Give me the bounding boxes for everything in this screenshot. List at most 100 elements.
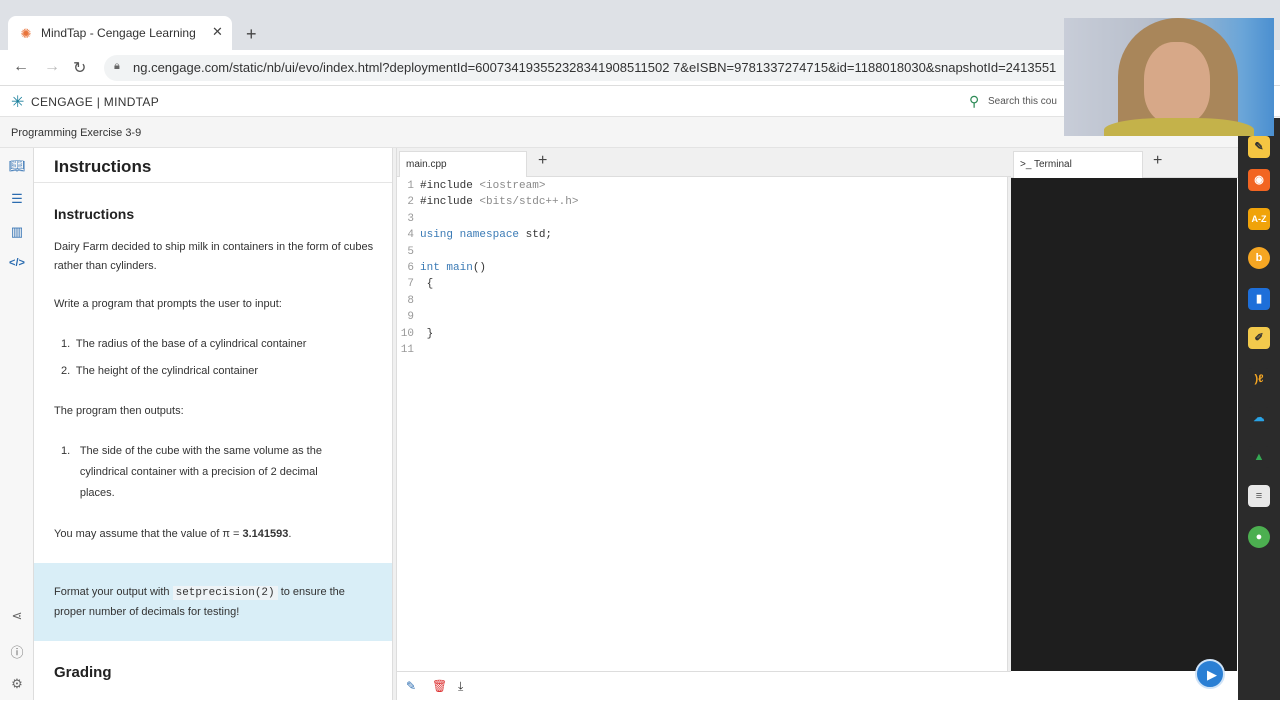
download-icon[interactable]: ⤓ (458, 679, 463, 694)
list-text: The radius of the base of a cylindrical … (75, 338, 307, 350)
book-ext-icon[interactable]: ▮ (1248, 288, 1270, 310)
reload-icon[interactable]: ↻ (73, 58, 86, 78)
instructions-heading: Instructions (54, 206, 135, 222)
pi-suffix: . (288, 528, 292, 540)
help-icon[interactable]: ⓘ (9, 642, 25, 660)
book-icon[interactable]: 📖︎ (9, 158, 26, 174)
list-item: 1. The radius of the base of a cylindric… (61, 334, 351, 355)
code-line: } (420, 326, 578, 342)
code-line: { (420, 276, 578, 292)
code-token: } (420, 327, 434, 340)
new-tab-button[interactable]: + (246, 24, 257, 45)
line-number: 2 (407, 196, 414, 209)
terminal-tab-bar: >_ Terminal + (1011, 148, 1238, 178)
webcam-overlay (1064, 18, 1274, 136)
panel-title: Instructions (54, 157, 152, 176)
tab-terminal[interactable]: >_ Terminal (1013, 151, 1143, 178)
bottom-strip (0, 700, 1280, 720)
editor-footer: ✎ 🗑︎ ⤓ (397, 671, 1011, 700)
b-ext-icon[interactable]: b (1248, 247, 1270, 269)
list-text: The side of the cube with the same volum… (79, 445, 322, 499)
list-number: 2. (61, 365, 71, 377)
code-editor[interactable]: 1 2 3 4 5 6 7 8 9 10 11 #include <iostream> #includ… (397, 177, 1008, 671)
intro-paragraph: Dairy Farm decided to ship milk in conta… (54, 241, 374, 272)
search-input[interactable]: Search this cou (988, 96, 1057, 107)
code-token: using (420, 229, 460, 242)
code-token: main (446, 261, 473, 274)
line-number: 6 (407, 262, 414, 275)
play-button[interactable]: ▶ (1195, 659, 1225, 689)
pencil-ext-icon[interactable]: ✎ (1248, 136, 1270, 158)
browser-tab[interactable]: ✺ MindTap - Cengage Learning ✕ (8, 16, 232, 50)
line-number: 11 (400, 344, 414, 357)
tab-title: MindTap - Cengage Learning (41, 26, 196, 40)
rss-icon[interactable]: ◉ (1248, 169, 1270, 191)
terminal[interactable] (1011, 178, 1237, 671)
gear-icon[interactable]: ⚙ (9, 676, 25, 692)
line-number: 7 (407, 278, 414, 291)
list-item: 1. The side of the cube with the same vol… (61, 441, 351, 504)
line-number: 4 (407, 229, 414, 242)
left-rail: 📖︎ ☰ ▥ </> ⋖ ⓘ ⚙ (0, 148, 34, 700)
tip-callout: Format your output with setprecision(2) … (34, 563, 392, 641)
editor-tab-bar: main.cpp + (397, 148, 1011, 177)
code-token: () (472, 261, 487, 274)
note-icon[interactable]: ✐ (1248, 327, 1270, 349)
chart-icon[interactable]: ▥ (9, 224, 25, 240)
add-file-button[interactable]: + (538, 152, 547, 170)
line-number: 10 (400, 327, 414, 340)
add-terminal-button[interactable]: + (1153, 152, 1162, 170)
omnibox[interactable]: 🔒︎ ng.cengage.com/static/nb/ui/evo/index… (104, 55, 1104, 81)
cloud-icon[interactable]: ☁ (1248, 407, 1270, 429)
tab-main-cpp[interactable]: main.cpp (399, 151, 527, 177)
share-icon[interactable]: ⋖ (9, 608, 25, 624)
list-icon[interactable]: ☰ (9, 191, 25, 207)
code-area[interactable]: #include <iostream> #include <bits/stdc++… (420, 178, 578, 358)
drive-icon[interactable]: ▲ (1248, 446, 1270, 468)
code-icon[interactable]: </> (9, 257, 25, 273)
line-number: 1 (407, 180, 414, 192)
code-token: #include (420, 196, 480, 209)
list-item: 2. The height of the cylindrical contain… (61, 361, 351, 382)
tip-text: Format your output with setprecision(2) … (54, 583, 374, 622)
green-ext-icon[interactable]: ● (1248, 526, 1270, 548)
tab-label: >_ Terminal (1020, 159, 1072, 170)
code-token: <iostream> (479, 180, 546, 192)
search-icon[interactable]: ⚲ (969, 93, 979, 110)
pi-note: You may assume that the value of π = 3.1… (54, 525, 374, 544)
code-line: using namespace std; (420, 227, 578, 243)
code-token: <bits/stdc++.h> (479, 196, 579, 209)
audio-wave-icon[interactable]: )ℓ (1248, 368, 1270, 390)
line-number: 9 (407, 311, 414, 324)
a-z-icon[interactable]: A-Z (1248, 208, 1270, 230)
pi-prefix: You may assume that the value of π = (54, 528, 243, 540)
url-text[interactable]: ng.cengage.com/static/nb/ui/evo/index.ht… (133, 60, 1056, 75)
code-line: int main() (420, 260, 578, 276)
list-number: 1. (61, 445, 71, 457)
line-number: 5 (407, 245, 414, 258)
code-token: { (420, 278, 434, 291)
trash-icon[interactable]: 🗑︎ (432, 679, 447, 693)
instructions-panel[interactable]: Instructions Dairy Farm decided to ship … (34, 183, 392, 700)
code-line: #include <bits/stdc++.h> (420, 194, 578, 210)
cengage-logo-icon: ✳ (11, 94, 25, 111)
code-token: int (420, 261, 447, 274)
code-token: namespace (459, 229, 520, 242)
document-icon[interactable]: ≡ (1248, 485, 1270, 507)
play-icon: ▶ (1207, 667, 1217, 682)
prompt-paragraph: Write a program that prompts the user to… (54, 298, 282, 310)
back-arrow-icon[interactable]: ← (13, 58, 29, 76)
code-token: #include (420, 180, 480, 192)
pencil-icon[interactable]: ✎ (406, 679, 416, 693)
tip-code: setprecision(2) (172, 586, 278, 600)
output-paragraph: The program then outputs: (54, 405, 184, 417)
line-number-gutter: 1 2 3 4 5 6 7 8 9 10 11 (397, 178, 414, 358)
line-number: 3 (407, 212, 414, 225)
lock-icon[interactable]: 🔒︎ (114, 60, 128, 74)
tab-close-icon[interactable]: ✕ (212, 24, 223, 40)
forward-arrow-icon[interactable]: → (44, 58, 60, 76)
